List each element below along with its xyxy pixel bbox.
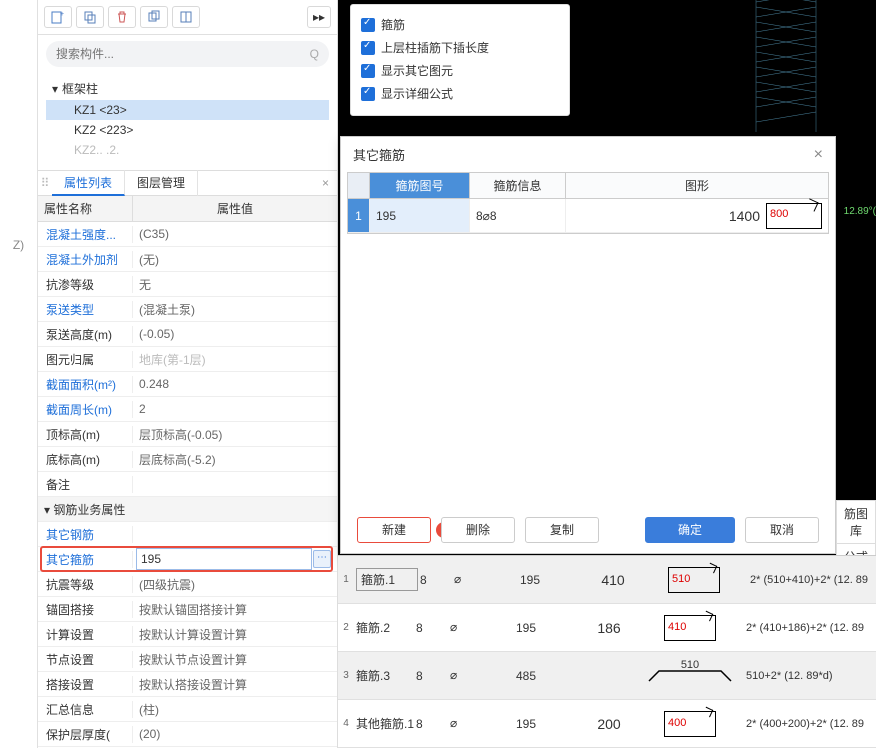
property-row[interactable]: 截面周长(m)2 (38, 397, 337, 422)
modal-copy-button[interactable]: 复制 (525, 517, 599, 543)
property-row[interactable]: 保护层厚度((20) (38, 722, 337, 747)
property-row[interactable]: 计算设置按默认计算设置计算 (38, 622, 337, 647)
grid-row[interactable]: 4 其他箍筋.1 8 ⌀ 195 200 400 2* (400+200)+2*… (338, 700, 876, 748)
mt-head-info[interactable]: 箍筋信息 (470, 173, 566, 198)
property-row[interactable]: 其它钢筋 (38, 522, 337, 547)
side-tab-lib[interactable]: 筋图库 (836, 500, 876, 544)
mt-head-shape[interactable]: 图形 (566, 173, 828, 198)
property-row[interactable]: 混凝土外加剂(无) (38, 247, 337, 272)
new-component-button[interactable]: + (44, 6, 72, 28)
tree-parent[interactable]: ▾ 框架柱 (46, 77, 329, 100)
display-options-panel: 箍筋 上层柱插筋下插长度 显示其它图元 显示详细公式 (350, 4, 570, 116)
angle-readout: 12.89°( (844, 206, 876, 217)
modal-row-1[interactable]: 1 195 8⌀8 1400 800 (348, 199, 828, 233)
other-stirrup-modal: 其它箍筋 × 箍筋图号 箍筋信息 图形 1 195 8⌀8 1400 800 (340, 136, 836, 554)
property-row[interactable]: 截面面积(m²)0.248 (38, 372, 337, 397)
drag-handle-icon[interactable]: ⠿ (38, 176, 52, 190)
property-row[interactable]: 搭接设置按默认搭接设置计算 (38, 672, 337, 697)
property-row[interactable]: 节点设置按默认节点设置计算 (38, 647, 337, 672)
grid-row[interactable]: 3 箍筋.3 8 ⌀ 485 510 510+2* (12. 89*d) (338, 652, 876, 700)
property-row[interactable]: 混凝土强度...(C35) (38, 222, 337, 247)
section-rebar[interactable]: ▾ 钢筋业务属性 (38, 497, 337, 522)
copy-button[interactable] (76, 6, 104, 28)
component-tree: ▾ 框架柱 KZ1 <23> KZ2 <223> KZ2.. .2. (38, 73, 337, 164)
row-other-stirrup[interactable]: 其它箍筋 195 ⋯ 1 (38, 547, 337, 572)
toolbar: + ▸▸ (38, 0, 337, 35)
axis-label: Z) (13, 238, 24, 252)
property-row[interactable]: 抗渗等级无 (38, 272, 337, 297)
mt-corner (348, 173, 370, 198)
toolbar-more-button[interactable]: ▸▸ (307, 6, 331, 28)
other-stirrup-value[interactable]: 195 (136, 548, 312, 570)
right-area: 12.89°( 箍筋 上层柱插筋下插长度 显示其它图元 显示详细公式 其它箍筋 … (338, 0, 876, 748)
tree-item-kz2[interactable]: KZ2 <223> (46, 120, 329, 140)
property-row[interactable]: 顶标高(m)层顶标高(-0.05) (38, 422, 337, 447)
col-name-header: 属性名称 (38, 196, 133, 221)
tree-item-cut[interactable]: KZ2.. .2. (46, 140, 329, 160)
property-row[interactable]: 备注 (38, 472, 337, 497)
search-icon: Q (310, 47, 319, 61)
property-row[interactable]: 锚固搭接按默认锚固搭接计算 (38, 597, 337, 622)
stirrup-shape-icon: 800 (766, 203, 822, 229)
layer-button[interactable] (140, 6, 168, 28)
ellipsis-button[interactable]: ⋯ (313, 550, 331, 568)
grid-row[interactable]: 2 箍筋.2 8 ⌀ 195 186 410 2* (410+186)+2* (… (338, 604, 876, 652)
property-row[interactable]: 抗震等级(四级抗震) (38, 572, 337, 597)
box-shape-icon: 410 (664, 615, 716, 641)
cb-upper-insert[interactable]: 上层柱插筋下插长度 (361, 36, 559, 59)
close-icon[interactable]: × (314, 176, 337, 190)
modal-ok-button[interactable]: 确定 (645, 517, 735, 543)
box-shape-icon: 400 (664, 711, 716, 737)
property-row[interactable]: 汇总信息(柱) (38, 697, 337, 722)
svg-text:+: + (60, 11, 64, 18)
tab-layers[interactable]: 图层管理 (125, 170, 198, 196)
property-header: ⠿ 属性列表 图层管理 × (38, 170, 337, 196)
col-val-header: 属性值 (133, 196, 337, 221)
modal-new-button[interactable]: 新建 2 (357, 517, 431, 543)
property-table: 属性名称 属性值 混凝土强度...(C35)混凝土外加剂(无)抗渗等级无泵送类型… (38, 196, 337, 748)
modal-table: 箍筋图号 箍筋信息 图形 1 195 8⌀8 1400 800 (347, 172, 829, 234)
box-shape-icon: 510 (668, 567, 720, 593)
modal-cancel-button[interactable]: 取消 (745, 517, 819, 543)
tree-item-kz1[interactable]: KZ1 <23> (46, 100, 329, 120)
line-shape-icon: 510 (647, 667, 733, 685)
delete-button[interactable] (108, 6, 136, 28)
cb-other-elements[interactable]: 显示其它图元 (361, 59, 559, 82)
property-row[interactable]: 图元归属地库(第-1层) (38, 347, 337, 372)
search-input[interactable]: Q (46, 41, 329, 67)
search-field[interactable] (56, 47, 310, 61)
property-row[interactable]: 底标高(m)层底标高(-5.2) (38, 447, 337, 472)
mt-head-code[interactable]: 箍筋图号 (370, 173, 470, 198)
interlayer-button[interactable] (172, 6, 200, 28)
rebar-result-grid: 1 箍筋.1 8 ⌀ 195 410 510 2* (510+410)+2* (… (338, 555, 876, 748)
property-row[interactable]: 泵送类型(混凝土泵) (38, 297, 337, 322)
left-panel: + ▸▸ Q ▾ 框架柱 KZ1 <23> KZ2 <223> KZ2.. .2… (38, 0, 338, 748)
cb-detail-formula[interactable]: 显示详细公式 (361, 82, 559, 105)
modal-title: 其它箍筋 (353, 145, 405, 164)
cb-stirrup[interactable]: 箍筋 (361, 13, 559, 36)
tab-properties[interactable]: 属性列表 (52, 170, 125, 196)
grid-row[interactable]: 1 箍筋.1 8 ⌀ 195 410 510 2* (510+410)+2* (… (338, 556, 876, 604)
property-row[interactable]: 泵送高度(m)(-0.05) (38, 322, 337, 347)
modal-delete-button[interactable]: 删除 (441, 517, 515, 543)
modal-close-icon[interactable]: × (814, 146, 823, 164)
